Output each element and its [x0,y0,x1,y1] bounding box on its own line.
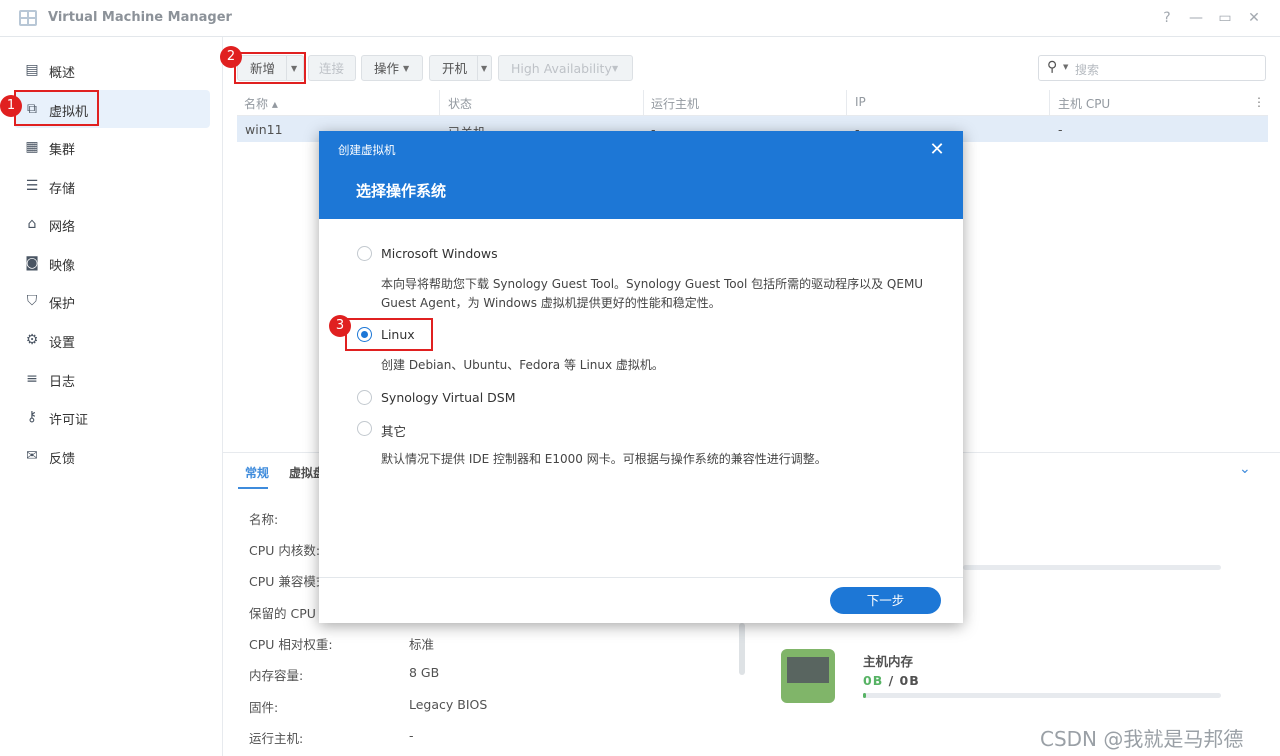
sidebar: ▤ 概述 ⧉ 虚拟机 ▦ 集群 ☰ 存储 ⌂ 网络 ◙ 映像 ⛉ 保护 ⚙ 设置… [0,37,223,756]
dialog-footer-divider [319,577,963,578]
close-icon[interactable]: ✕ [1245,9,1263,27]
sidebar-item-label: 许可证 [49,413,89,428]
sidebar-item-license[interactable]: ⚷ 许可证 [14,398,210,436]
network-icon: ⌂ [27,216,37,232]
option-other-desc: 默认情况下提供 IDE 控制器和 E1000 网卡。可根据与操作系统的兼容性进行… [381,452,827,466]
sidebar-item-storage[interactable]: ☰ 存储 [14,167,210,205]
annotation-box-3 [345,318,433,351]
gear-icon: ⚙ [25,332,39,348]
sidebar-item-label: 集群 [49,143,76,158]
annotation-number-3: 3 [329,315,351,337]
sidebar-item-label: 网络 [49,220,76,235]
sidebar-item-label: 概述 [49,66,76,81]
sidebar-item-protect[interactable]: ⛉ 保护 [14,282,210,320]
next-button[interactable]: 下一步 [830,587,941,614]
key-icon: ⚷ [26,409,38,425]
sidebar-item-image[interactable]: ◙ 映像 [14,244,210,282]
sidebar-item-label: 存储 [49,182,76,197]
help-icon[interactable]: ? [1158,9,1176,27]
sidebar-item-feedback[interactable]: ✉ 反馈 [14,437,210,475]
image-icon: ◙ [25,255,39,271]
sidebar-item-label: 映像 [49,259,76,274]
option-windows-label[interactable]: Microsoft Windows [381,246,498,261]
sidebar-item-label: 设置 [49,336,76,351]
minimize-icon[interactable]: — [1187,9,1205,27]
cluster-icon: ▦ [25,139,39,155]
sidebar-item-log[interactable]: ≡ 日志 [14,360,210,398]
sidebar-item-overview[interactable]: ▤ 概述 [14,51,210,89]
storage-icon: ☰ [25,178,39,194]
sidebar-item-settings[interactable]: ⚙ 设置 [14,321,210,359]
option-other-label[interactable]: 其它 [381,421,406,440]
mail-icon: ✉ [26,448,38,464]
app-logo-icon [18,8,38,28]
maximize-icon[interactable]: ▭ [1216,9,1234,27]
watermark: CSDN @我就是马邦德 [1040,727,1244,751]
log-icon: ≡ [26,371,38,387]
sidebar-item-label: 反馈 [49,452,76,467]
sidebar-item-network[interactable]: ⌂ 网络 [14,205,210,243]
annotation-number-2: 2 [220,46,242,68]
overview-icon: ▤ [25,62,39,78]
annotation-box-1 [14,90,99,126]
radio-windows[interactable] [357,246,372,261]
radio-virtual-dsm[interactable] [357,390,372,405]
dialog-header: 创建虚拟机 ✕ 选择操作系统 [319,131,963,219]
title-bar: Virtual Machine Manager ? — ▭ ✕ [0,0,1280,37]
option-windows-desc: 本向导将帮助您下载 Synology Guest Tool。Synology G… [381,277,924,310]
sidebar-item-label: 日志 [49,375,76,390]
close-icon[interactable]: ✕ [929,139,945,160]
app-title: Virtual Machine Manager [48,10,232,25]
sidebar-item-label: 保护 [49,297,76,312]
annotation-number-1: 1 [0,95,22,117]
dialog-heading: 选择操作系统 [356,182,447,200]
sidebar-item-cluster[interactable]: ▦ 集群 [14,128,210,166]
shield-icon: ⛉ [26,293,38,309]
radio-other[interactable] [357,421,372,436]
option-virtual-dsm-label[interactable]: Synology Virtual DSM [381,390,516,405]
dialog-title: 创建虚拟机 [338,143,396,157]
annotation-box-2 [234,52,306,84]
create-vm-dialog: 创建虚拟机 ✕ 选择操作系统 Microsoft Windows 本向导将帮助您… [319,131,963,623]
option-linux-desc: 创建 Debian、Ubuntu、Fedora 等 Linux 虚拟机。 [381,358,664,372]
